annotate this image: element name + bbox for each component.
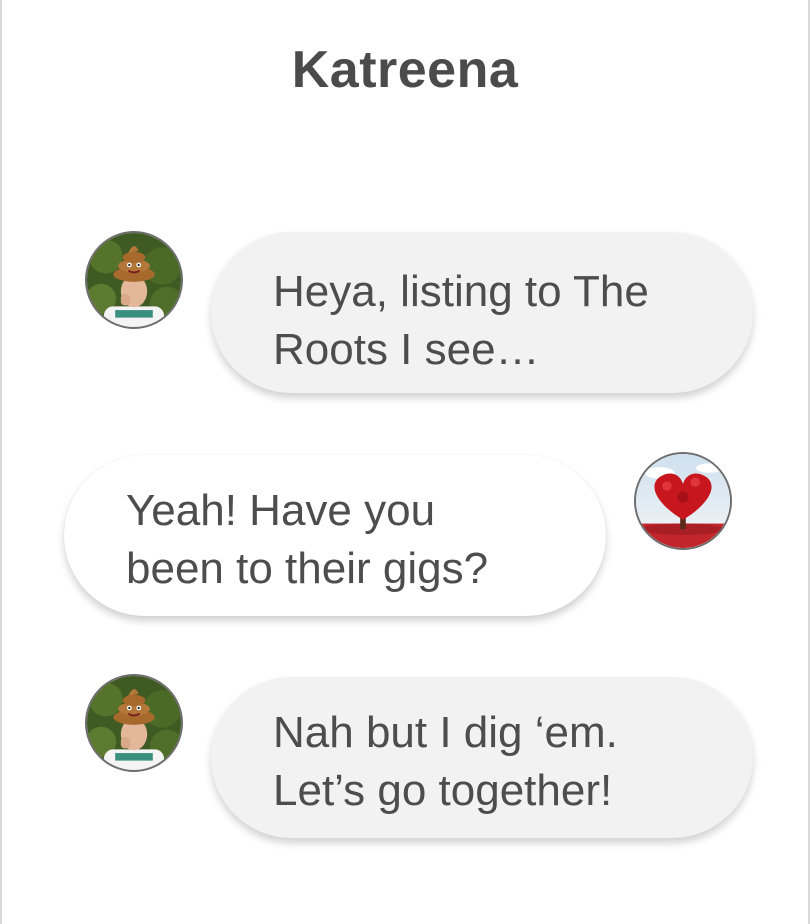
message-line: been to their gigs? [126, 544, 489, 593]
chat-screen: Katreena Heya, listing to The Roots I se… [0, 0, 810, 924]
man-with-poop-hat-avatar-icon [87, 233, 181, 327]
message-bubble-outgoing[interactable]: Yeah! Have you been to their gigs? [64, 455, 606, 616]
man-with-poop-hat-avatar-icon [87, 676, 181, 770]
user-avatar[interactable] [634, 452, 732, 550]
red-heart-tree-avatar-icon [636, 454, 730, 548]
message-line: Roots I see… [273, 325, 540, 374]
message-bubble-incoming[interactable]: Heya, listing to The Roots I see… [211, 232, 753, 393]
message-line: Heya, listing to The [273, 267, 649, 316]
contact-avatar[interactable] [85, 231, 183, 329]
contact-avatar[interactable] [85, 674, 183, 772]
message-line: Let’s go together! [273, 766, 613, 815]
message-line: Yeah! Have you [126, 486, 436, 535]
message-line: Nah but I dig ‘em. [273, 708, 618, 757]
contact-name-title: Katreena [291, 41, 519, 99]
message-bubble-incoming[interactable]: Nah but I dig ‘em. Let’s go together! [211, 677, 753, 838]
